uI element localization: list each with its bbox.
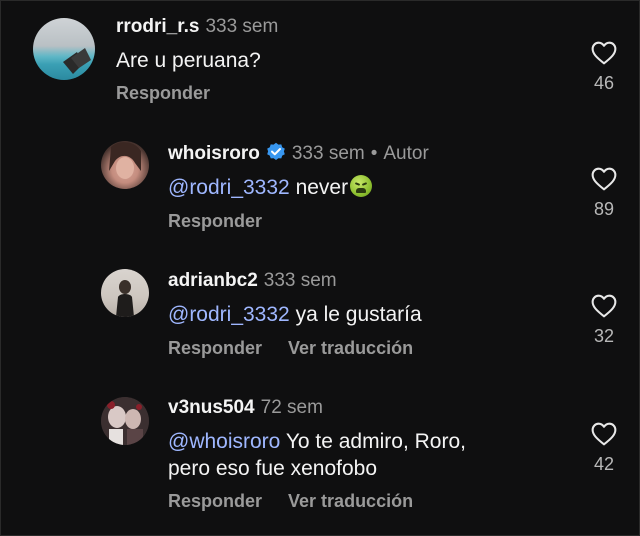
like-count: 46	[593, 73, 615, 93]
comment-text: @whoisroro Yo te admiro, Roro,	[168, 428, 466, 456]
reply-button[interactable]: Responder	[168, 491, 262, 511]
reply-button[interactable]: Responder	[116, 83, 210, 103]
timestamp: 333 sem	[263, 270, 337, 291]
avatar-photo	[63, 48, 91, 74]
mention-link[interactable]: @rodri_3332	[168, 176, 290, 199]
comment-body: never	[289, 176, 349, 199]
comment-header: adrianbc2 333 sem	[168, 270, 337, 292]
heart-outline-icon[interactable]	[591, 422, 617, 446]
like-count: 89	[593, 199, 615, 219]
avatar[interactable]	[33, 18, 95, 80]
comment-body: ya le gustaría	[289, 303, 422, 326]
comments-panel: rrodri_r.s 333 sem Are u peruana? Respond…	[0, 0, 640, 536]
avatar[interactable]	[101, 269, 149, 317]
like-control: 32	[584, 294, 624, 347]
username[interactable]: whoisroro	[168, 143, 260, 164]
timestamp: 333 sem	[291, 143, 365, 164]
translate-button[interactable]: Ver traducción	[288, 491, 413, 511]
mention-link[interactable]: @whoisroro	[168, 430, 280, 453]
nauseated-face-icon	[350, 175, 373, 197]
timestamp: 72 sem	[260, 397, 323, 418]
comment-header: v3nus504 72 sem	[168, 397, 323, 419]
mention-link[interactable]: @rodri_3332	[168, 303, 290, 326]
like-control: 46	[584, 41, 624, 94]
comment-actions: Responder	[168, 211, 262, 232]
translate-button[interactable]: Ver traducción	[288, 338, 413, 358]
reply-button[interactable]: Responder	[168, 211, 262, 231]
comment-text: Are u peruana?	[116, 47, 261, 75]
comment-text: @rodri_3332 ya le gustaría	[168, 301, 422, 329]
heart-outline-icon[interactable]	[591, 294, 617, 318]
separator-dot: •	[370, 143, 378, 164]
like-control: 89	[584, 167, 624, 220]
comment-header: rrodri_r.s 333 sem	[116, 16, 278, 38]
verified-badge-icon	[267, 142, 285, 160]
avatar[interactable]	[101, 141, 149, 189]
like-count: 32	[593, 326, 615, 346]
heart-outline-icon[interactable]	[591, 167, 617, 191]
username[interactable]: adrianbc2	[168, 270, 258, 291]
avatar-photo	[101, 397, 149, 445]
avatar-photo	[109, 142, 141, 179]
comment-body: Are u peruana?	[116, 49, 261, 72]
comment-header: whoisroro 333 sem • Autor	[168, 142, 429, 165]
heart-outline-icon[interactable]	[591, 41, 617, 65]
reply-button[interactable]: Responder	[168, 338, 262, 358]
comment-text-line2: pero eso fue xenofobo	[168, 455, 377, 483]
author-label: Autor	[383, 143, 429, 164]
timestamp: 333 sem	[205, 16, 279, 37]
avatar[interactable]	[101, 397, 149, 445]
avatar-photo	[116, 280, 134, 317]
comment-body: Yo te admiro, Roro,	[280, 430, 466, 453]
username[interactable]: rrodri_r.s	[116, 16, 199, 37]
comment-text: @rodri_3332 never	[168, 174, 373, 202]
comment-actions: Responder	[116, 83, 210, 104]
comment-actions: Responder Ver traducción	[168, 338, 413, 359]
like-control: 42	[584, 422, 624, 475]
comment-body-continued: pero eso fue xenofobo	[168, 457, 377, 480]
username[interactable]: v3nus504	[168, 397, 255, 418]
like-count: 42	[593, 454, 615, 474]
comment-actions: Responder Ver traducción	[168, 491, 413, 512]
